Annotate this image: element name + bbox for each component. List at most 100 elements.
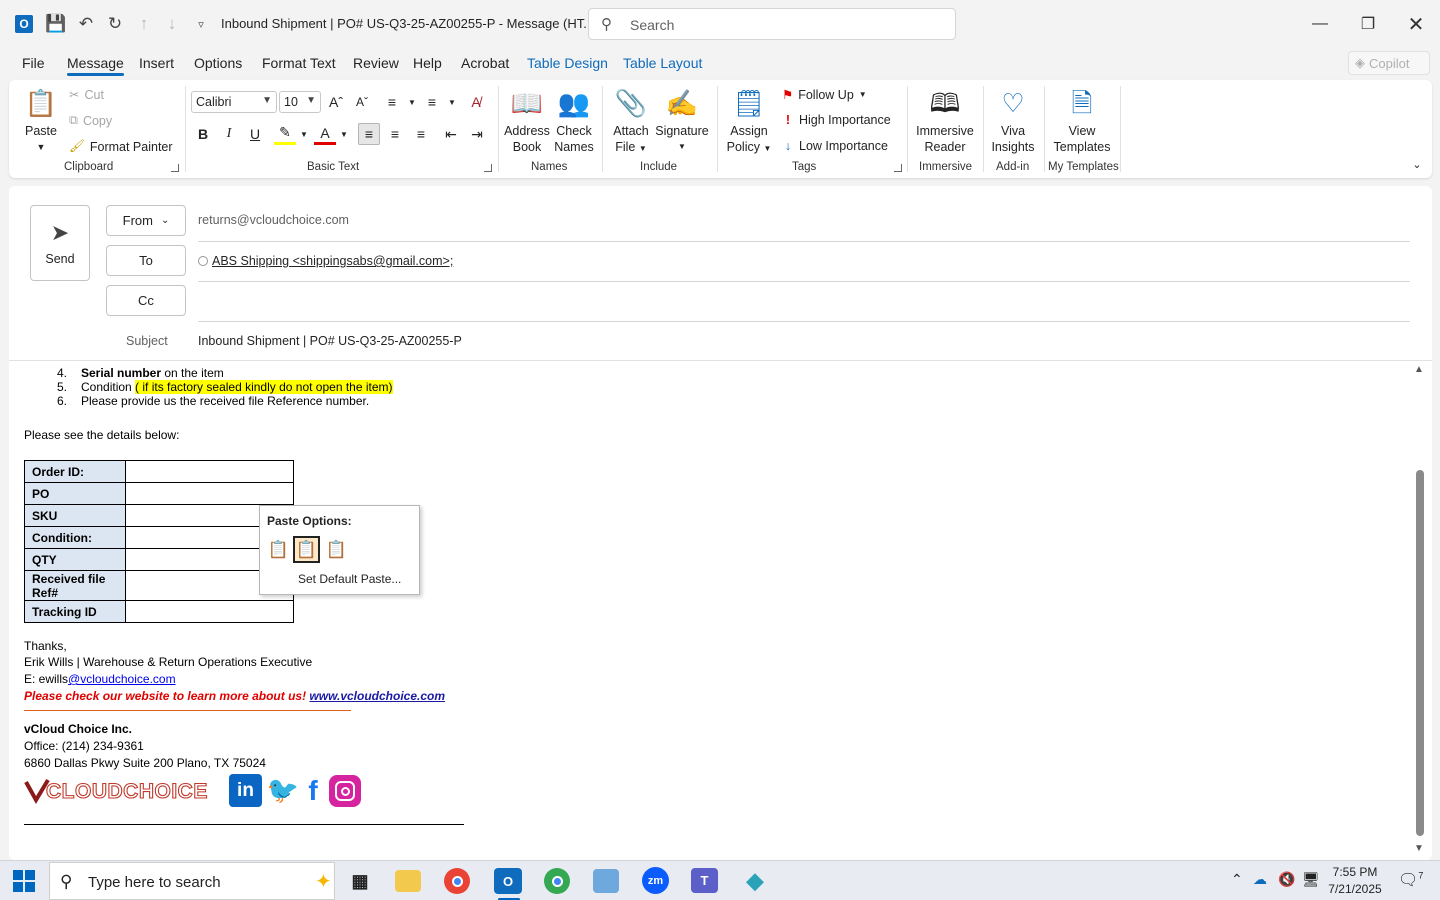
scroll-down-icon[interactable]: ▼ [1414, 843, 1424, 854]
show-hidden-icons-icon[interactable]: ⌃ [1231, 871, 1243, 888]
increase-indent-icon[interactable]: ⇥ [466, 123, 488, 145]
search-box[interactable]: ⚲ Search [588, 8, 956, 40]
details-table[interactable]: Order ID: PO SKU Condition: QTY Received… [24, 460, 294, 623]
file-explorer-icon[interactable] [395, 870, 421, 892]
attach-file-button[interactable]: 📎 Attach File ▼ [609, 86, 653, 157]
clipboard-dialog-launcher[interactable] [171, 164, 179, 172]
signature-dropdown-icon[interactable]: ▼ [654, 139, 710, 155]
taskbar-clock[interactable]: 7:55 PM 7/21/2025 [1324, 864, 1386, 898]
address-book-button[interactable]: 📖 Address Book [503, 86, 551, 155]
numbering-icon[interactable]: ≡ [421, 91, 443, 113]
font-size-select[interactable]: 10 ▼ [279, 91, 321, 113]
align-left-icon[interactable]: ≡ [358, 123, 380, 145]
close-button[interactable]: ✕ [1404, 12, 1428, 36]
clear-formatting-icon[interactable]: A̸ [465, 91, 487, 113]
copy-button[interactable]: ⧉ Copy [69, 113, 112, 128]
bold-button[interactable]: B [192, 123, 214, 145]
paste-button[interactable]: 📋 Paste ▼ [23, 86, 59, 155]
grow-font-icon[interactable]: Aˆ [325, 91, 347, 113]
email-link[interactable]: @vcloudchoice.com [68, 672, 176, 686]
keep-source-formatting-icon[interactable]: 📋 [265, 536, 292, 563]
table-cell[interactable] [125, 482, 294, 505]
remote-app-icon[interactable]: ◆ [740, 866, 770, 896]
tab-options[interactable]: Options [194, 55, 242, 71]
align-right-icon[interactable]: ≡ [410, 123, 432, 145]
font-name-select[interactable]: Calibri ▼ [191, 91, 277, 113]
tags-dialog-launcher[interactable] [894, 164, 902, 172]
cc-button[interactable]: Cc [106, 285, 186, 316]
view-templates-button[interactable]: 🗎 View Templates [1049, 86, 1115, 155]
previous-item-icon[interactable]: ↑ [132, 12, 156, 36]
tab-review[interactable]: Review [353, 55, 399, 71]
next-item-icon[interactable]: ↓ [160, 12, 184, 36]
shrink-font-icon[interactable]: Aˇ [351, 91, 373, 113]
subject-field[interactable]: Inbound Shipment | PO# US-Q3-25-AZ00255-… [198, 334, 462, 348]
format-painter-button[interactable]: 🖌 Format Painter [69, 139, 173, 154]
tab-insert[interactable]: Insert [139, 55, 174, 71]
underline-button[interactable]: U [244, 123, 266, 145]
minimize-button[interactable]: — [1308, 12, 1332, 36]
viva-insights-button[interactable]: ♡ Viva Insights [987, 86, 1039, 155]
zoom-icon[interactable]: zm [642, 867, 669, 894]
immersive-reader-button[interactable]: 🕮 Immersive Reader [913, 86, 977, 155]
tab-table-design[interactable]: Table Design [527, 55, 608, 71]
tab-acrobat[interactable]: Acrobat [461, 55, 509, 71]
font-color-dropdown-icon[interactable]: ▼ [333, 123, 355, 145]
table-cell[interactable] [125, 600, 294, 623]
body-scrollbar[interactable]: ▲ ▼ [1412, 364, 1426, 860]
taskbar-search[interactable]: ⚲ Type here to search ✦ [49, 862, 335, 900]
table-cell[interactable] [125, 460, 294, 483]
set-default-paste-item[interactable]: Set Default Paste... [298, 572, 401, 586]
tab-file[interactable]: File [22, 55, 45, 71]
tab-format-text[interactable]: Format Text [262, 55, 336, 71]
windows-start-icon[interactable] [13, 870, 35, 892]
tab-help[interactable]: Help [413, 55, 442, 71]
tab-message[interactable]: Message [67, 55, 124, 76]
highlight-dropdown-icon[interactable]: ▼ [293, 123, 315, 145]
customize-quick-access-icon[interactable]: ▿ [189, 12, 213, 36]
to-button[interactable]: To [106, 245, 186, 276]
copilot-button[interactable]: ◈ Copilot [1348, 51, 1430, 75]
restore-button[interactable]: ❐ [1356, 12, 1380, 36]
check-names-button[interactable]: 👥 Check Names [551, 86, 597, 155]
assign-policy-button[interactable]: 🗒 Assign Policy ▼ [725, 86, 773, 157]
decrease-indent-icon[interactable]: ⇤ [440, 123, 462, 145]
notes-app-icon[interactable] [593, 869, 619, 893]
save-icon[interactable]: 💾 [44, 12, 68, 36]
keep-text-only-icon[interactable]: 📋 [323, 536, 350, 563]
teams-icon[interactable]: T [691, 868, 718, 893]
website-link[interactable]: www.vcloudchoice.com [309, 689, 445, 703]
from-button[interactable]: From ⌄ [106, 205, 186, 236]
scroll-up-icon[interactable]: ▲ [1414, 364, 1424, 375]
merge-formatting-icon[interactable]: 📋 [293, 536, 320, 563]
to-recipient[interactable]: ABS Shipping <shippingsabs@gmail.com>; [198, 254, 453, 268]
ribbon-collapse-icon[interactable]: ⌄ [1406, 153, 1428, 175]
follow-up-button[interactable]: ⚑ Follow Up ▼ [782, 87, 867, 103]
redo-icon[interactable]: ↻ [103, 12, 127, 36]
bullets-icon[interactable]: ≡ [381, 91, 403, 113]
tab-table-layout[interactable]: Table Layout [623, 55, 702, 71]
paste-dropdown-icon[interactable]: ▼ [23, 139, 59, 155]
italic-button[interactable]: I [218, 123, 240, 145]
task-view-icon[interactable]: ▦ [345, 866, 375, 896]
undo-icon[interactable]: ↶ [74, 12, 98, 36]
linkedin-icon[interactable]: in [229, 774, 262, 807]
volume-muted-icon[interactable]: 🔇 [1278, 871, 1295, 888]
scrollbar-thumb[interactable] [1416, 470, 1424, 836]
send-button[interactable]: ➤ Send [30, 205, 90, 281]
facebook-icon[interactable]: f [302, 774, 324, 807]
onedrive-icon[interactable]: ☁ [1253, 871, 1267, 888]
twitter-icon[interactable]: 🐦 [267, 774, 299, 807]
chrome-icon[interactable] [444, 868, 470, 894]
notifications-icon[interactable]: 🗨7 [1398, 870, 1423, 890]
low-importance-button[interactable]: ↓ Low Importance [782, 139, 888, 153]
cut-button[interactable]: ✂ Cut [69, 87, 104, 103]
align-center-icon[interactable]: ≡ [384, 123, 406, 145]
signature-button[interactable]: ✍ Signature ▼ [654, 86, 710, 155]
instagram-icon[interactable] [329, 775, 361, 807]
basic-text-dialog-launcher[interactable] [484, 164, 492, 172]
outlook-taskbar-icon[interactable]: O [494, 868, 522, 894]
network-icon[interactable]: 🖥 [1302, 871, 1320, 888]
chrome-profile-icon[interactable] [544, 868, 570, 894]
numbering-dropdown-icon[interactable]: ▼ [441, 91, 463, 113]
